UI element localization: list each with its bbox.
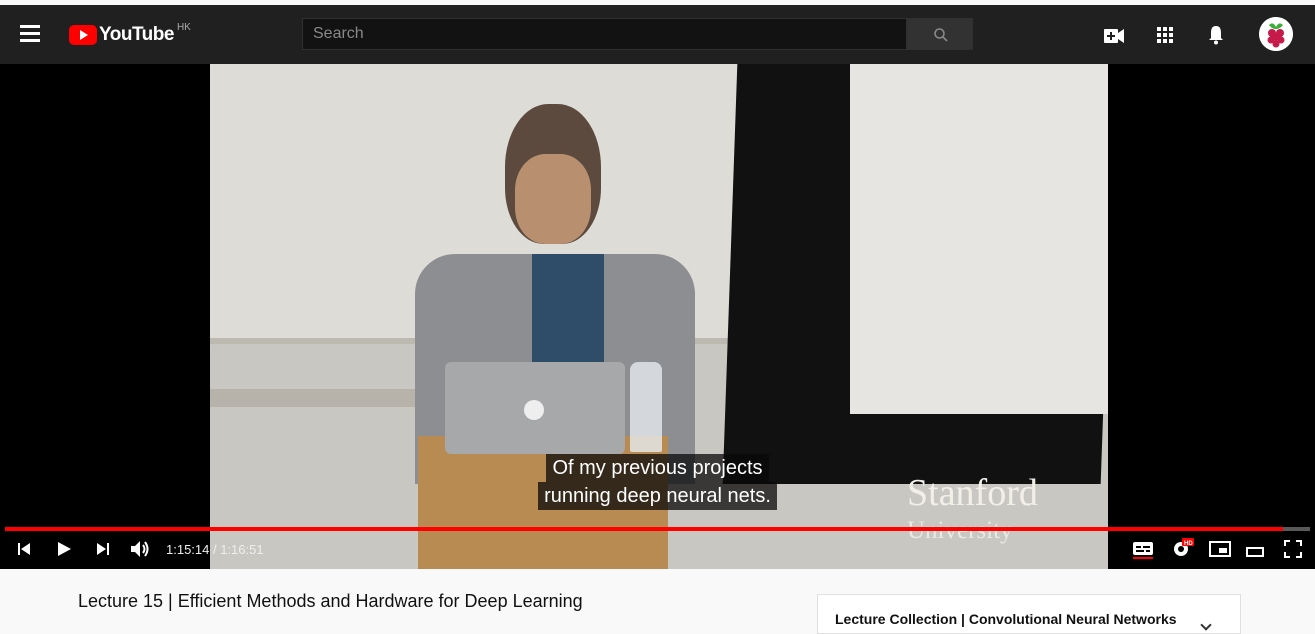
video-title: Lecture 15 | Efficient Methods and Hardw… [78, 591, 583, 611]
play-icon[interactable] [57, 542, 71, 561]
logo-text: YouTube [99, 24, 174, 45]
next-icon[interactable] [96, 542, 110, 561]
time-display: 1:15:14 / 1:16:51 [166, 542, 264, 557]
apple-logo-icon [524, 400, 544, 420]
water-bottle [630, 362, 662, 452]
svg-text:HD: HD [1184, 541, 1193, 547]
fullscreen-icon[interactable] [1284, 540, 1302, 563]
subtitles-icon[interactable] [1133, 541, 1153, 564]
search-button[interactable] [907, 18, 973, 50]
progress-played [5, 527, 1283, 531]
search-box [302, 18, 907, 50]
menu-icon[interactable] [20, 25, 42, 43]
country-code: HK [176, 21, 191, 33]
speaker-face [515, 154, 591, 244]
youtube-logo[interactable]: YouTube HK [69, 21, 191, 47]
projector-screen [850, 64, 1108, 414]
create-video-icon[interactable] [1104, 29, 1124, 48]
playlist-panel[interactable]: Lecture Collection | Convolutional Neura… [817, 594, 1241, 634]
search-input[interactable] [303, 19, 906, 49]
raspberry-avatar-icon [1259, 17, 1293, 51]
video-player[interactable]: Stanford University Of my previous proje… [0, 64, 1315, 569]
miniplayer-icon[interactable] [1209, 541, 1231, 562]
caption-line: Of my previous projects [546, 454, 769, 482]
youtube-play-icon [69, 25, 97, 45]
chevron-down-icon[interactable] [1200, 619, 1212, 631]
settings-hd-icon[interactable]: HD [1172, 538, 1194, 563]
masthead: YouTube HK [0, 5, 1315, 64]
progress-bar[interactable] [5, 527, 1310, 531]
search-icon [934, 28, 948, 42]
previous-icon[interactable] [17, 542, 31, 561]
volume-icon[interactable] [130, 540, 150, 563]
player-controls: 1:15:14 / 1:16:51 HD [0, 537, 1315, 563]
caption-line: running deep neural nets. [538, 482, 777, 510]
avatar[interactable] [1259, 17, 1293, 51]
captions: Of my previous projects running deep neu… [0, 454, 1315, 510]
notifications-bell-icon[interactable] [1208, 25, 1224, 50]
watch-metadata: Lecture 15 | Efficient Methods and Hardw… [0, 569, 1315, 634]
theater-mode-icon[interactable] [1246, 544, 1264, 562]
playlist-title[interactable]: Lecture Collection | Convolutional Neura… [835, 611, 1180, 627]
apps-grid-icon[interactable] [1157, 27, 1173, 48]
